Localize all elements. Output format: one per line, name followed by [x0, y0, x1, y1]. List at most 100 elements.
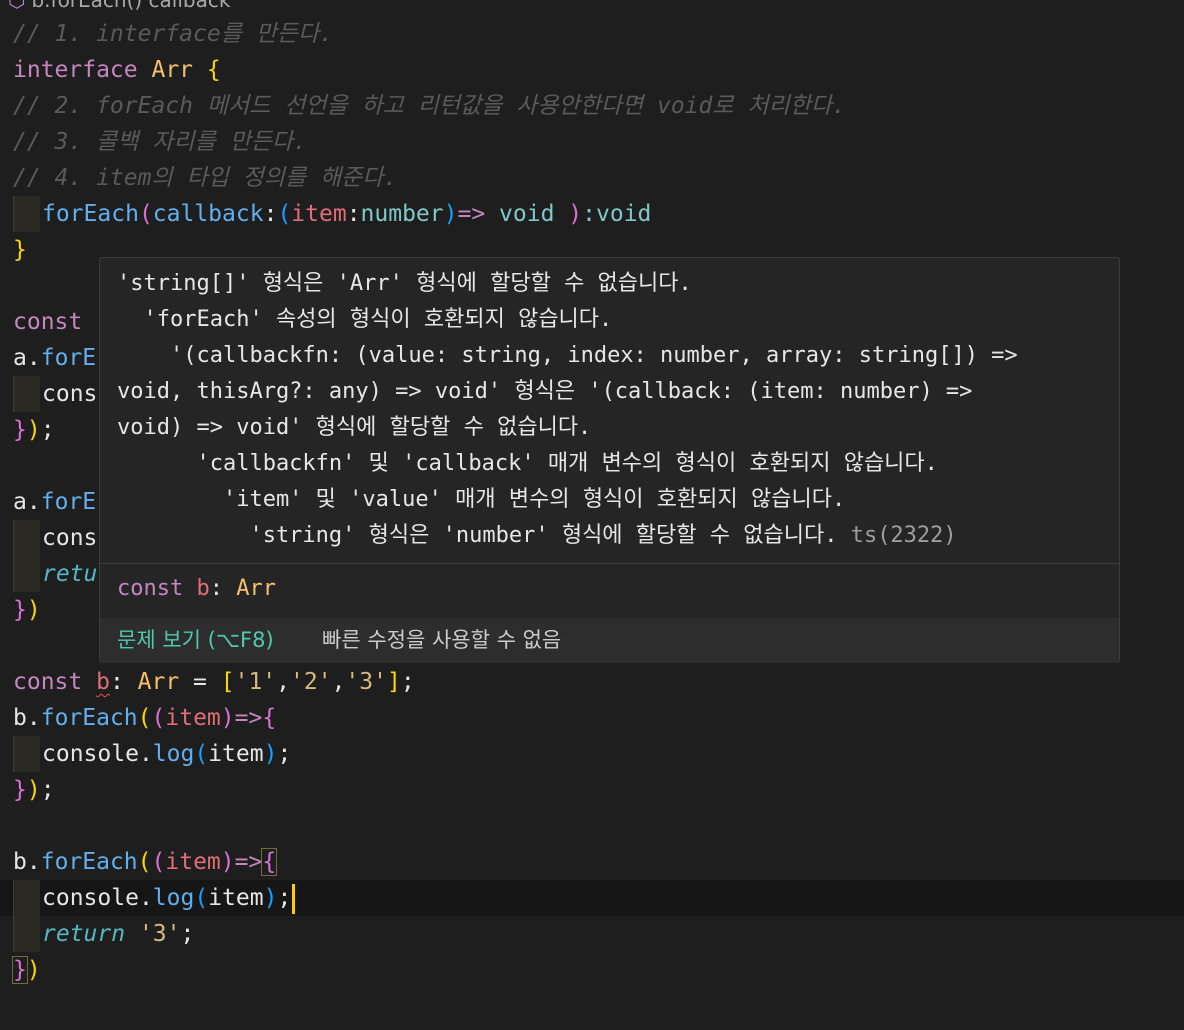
code-line[interactable] [0, 808, 1184, 844]
code-text[interactable]: a.forE [13, 484, 96, 520]
code-token: Arr [137, 669, 180, 695]
code-text[interactable]: return '3'; [42, 916, 194, 952]
code-line[interactable]: }); [0, 772, 1184, 808]
code-editor[interactable]: ⬡b.forEach() callback // 1. interface를 만… [0, 0, 1184, 1030]
code-text[interactable]: cons [42, 376, 97, 412]
code-text[interactable]: // 1. interface를 만든다. [13, 16, 333, 52]
code-token: ; [40, 417, 55, 443]
code-token: '1' [234, 669, 277, 695]
decl-colon: : [209, 576, 223, 601]
code-token: , [331, 669, 346, 695]
code-text[interactable]: console.log(item); [42, 736, 291, 772]
code-token: ) [263, 741, 278, 767]
code-token: ( [151, 849, 166, 875]
code-token: ) [220, 705, 235, 731]
code-token: ) [263, 885, 278, 911]
code-text[interactable]: }) [12, 952, 41, 988]
code-token: number [360, 201, 444, 227]
error-message-line: 'item' 및 'value' 매개 변수의 형식이 호환되지 않습니다. [117, 487, 846, 512]
code-text[interactable]: forEach(callback:(item:number)=> void ):… [42, 196, 651, 232]
code-token: a [13, 345, 27, 371]
code-token: item [208, 885, 264, 911]
hover-declaration: const b: Arr [117, 571, 1109, 607]
decl-keyword: const [117, 576, 184, 601]
code-token: const [13, 309, 83, 335]
code-token: . [26, 705, 41, 731]
code-token: forE [40, 345, 97, 371]
code-text[interactable]: // 4. item의 타입 정의를 해준다. [13, 160, 397, 196]
code-token: : [346, 201, 361, 227]
code-token: forEach [40, 849, 138, 875]
code-token: ( [194, 741, 209, 767]
code-line[interactable]: console.log(item); [0, 736, 1184, 772]
error-message: 'string[]' 형식은 'Arr' 형식에 할당할 수 없습니다. 'fo… [117, 266, 1109, 554]
code-token: item [291, 201, 347, 227]
code-token: . [138, 885, 153, 911]
code-text[interactable]: } [13, 232, 27, 268]
code-line[interactable]: console.log(item); [0, 880, 1184, 916]
code-text[interactable]: b.forEach((item)=>{ [13, 700, 276, 736]
code-text[interactable]: // 2. forEach 메서드 선언을 하고 리턴값을 사용안한다면 voi… [13, 88, 846, 124]
breadcrumb[interactable]: ⬡ b.forEach() callback [0, 0, 1184, 10]
code-token: } [13, 777, 27, 803]
error-hover-widget: 'string[]' 형식은 'Arr' 형식에 할당할 수 없습니다. 'fo… [99, 257, 1120, 663]
code-token: } [13, 597, 27, 623]
code-token: ) [26, 597, 41, 623]
code-line[interactable]: b.forEach((item)=>{ [0, 700, 1184, 736]
code-line[interactable]: // 4. item의 타입 정의를 해준다. [0, 160, 1184, 196]
code-text[interactable]: // 3. 콜백 자리를 만든다. [13, 124, 307, 160]
indent-guide [13, 376, 40, 412]
indent-guide [13, 556, 40, 592]
code-text[interactable]: }); [13, 412, 55, 448]
code-token: b [13, 705, 27, 731]
code-text[interactable]: a.forE [13, 340, 96, 376]
code-text[interactable]: const b: Arr = ['1','2','3']; [13, 664, 415, 700]
code-text[interactable]: retu [42, 556, 97, 592]
code-token: ) [220, 849, 235, 875]
code-line[interactable]: interface Arr { [0, 52, 1184, 88]
code-text[interactable]: const [13, 304, 82, 340]
code-token: ( [151, 705, 166, 731]
code-token: // 4. item의 타입 정의를 해준다. [13, 165, 398, 191]
code-token: item [165, 705, 221, 731]
code-token: . [26, 489, 41, 515]
error-message-line: 'string[]' 형식은 'Arr' 형식에 할당할 수 없습니다. [117, 271, 692, 296]
code-token: console [42, 885, 139, 911]
code-text[interactable]: console.log(item); [42, 880, 296, 916]
code-text[interactable]: b.forEach((item)=>{ [13, 844, 278, 880]
code-token: ; [400, 669, 415, 695]
indent-guide [13, 196, 40, 232]
code-line[interactable]: forEach(callback:(item:number)=> void ):… [0, 196, 1184, 232]
code-text[interactable]: }); [13, 772, 55, 808]
code-token: log [152, 741, 195, 767]
code-token: : [109, 669, 138, 695]
indent-guide [13, 520, 40, 556]
code-line[interactable]: return '3'; [0, 916, 1184, 952]
code-token: => [234, 849, 263, 875]
code-token: { [206, 57, 221, 83]
code-token: // 1. interface를 만든다. [13, 21, 334, 47]
view-problem-link[interactable]: 문제 보기 (⌥F8) [117, 618, 274, 663]
code-token: ; [180, 921, 195, 947]
code-token: console [42, 741, 139, 767]
code-line[interactable]: // 3. 콜백 자리를 만든다. [0, 124, 1184, 160]
code-text[interactable]: interface Arr { [13, 52, 221, 88]
code-token: const [13, 669, 97, 695]
code-token: Arr [151, 57, 194, 83]
code-line[interactable]: // 2. forEach 메서드 선언을 하고 리턴값을 사용안한다면 voi… [0, 88, 1184, 124]
code-text[interactable]: cons [42, 520, 97, 556]
code-text[interactable]: }) [13, 592, 41, 628]
error-message-line: 'forEach' 속성의 형식이 호환되지 않습니다. [117, 307, 613, 332]
code-token: ; [40, 777, 55, 803]
code-token: ] [386, 669, 401, 695]
code-line[interactable]: }) [0, 952, 1184, 988]
code-token: : [263, 201, 278, 227]
code-token: => [457, 201, 486, 227]
indent-guide [13, 916, 40, 952]
code-line[interactable]: const b: Arr = ['1','2','3']; [0, 664, 1184, 700]
code-token: forEach [40, 705, 138, 731]
code-line[interactable]: b.forEach((item)=>{ [0, 844, 1184, 880]
code-token: ) [443, 201, 458, 227]
code-line[interactable]: // 1. interface를 만든다. [0, 16, 1184, 52]
code-token: retu [42, 561, 98, 587]
